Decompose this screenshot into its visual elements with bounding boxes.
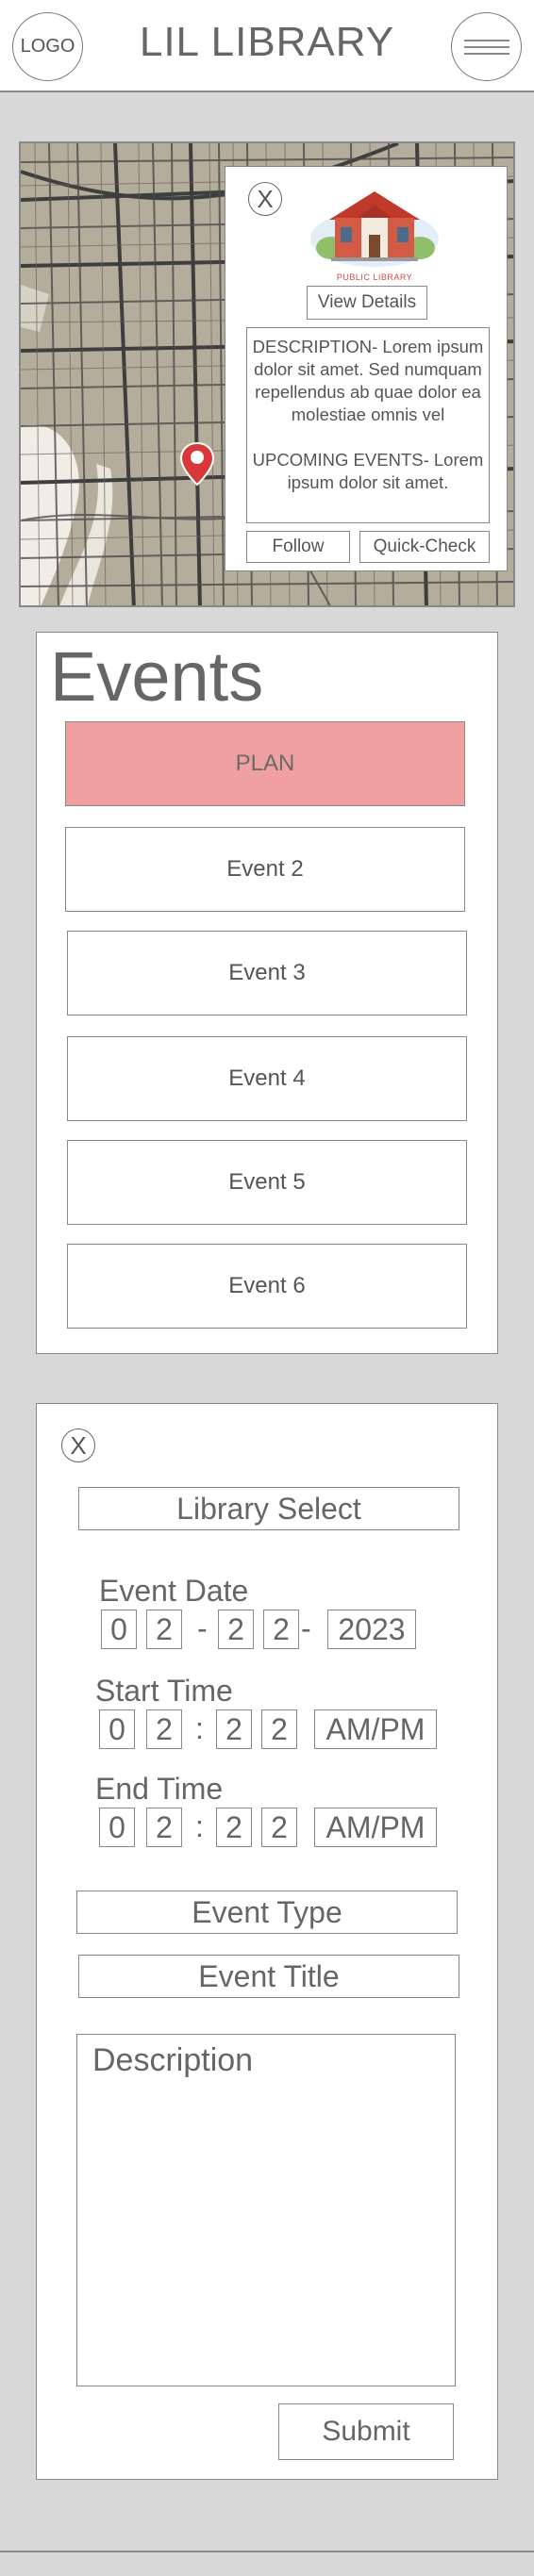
upcoming-events-text: UPCOMING EVENTS- Lorem ipsum dolor sit a…	[252, 450, 484, 492]
event-form-panel: X Library Select Event Date 0 2 - 2 2 - …	[36, 1403, 498, 2480]
menu-line	[463, 45, 509, 48]
event-date-label: Event Date	[99, 1574, 249, 1608]
start-minute-digit-2[interactable]: 2	[261, 1709, 297, 1749]
time-separator: :	[195, 1809, 204, 1843]
end-hour-digit-1[interactable]: 0	[99, 1808, 135, 1847]
end-minute-digit-2[interactable]: 2	[261, 1808, 297, 1847]
event-item[interactable]: Event 3	[67, 931, 467, 1016]
end-time-label: End Time	[95, 1772, 224, 1806]
date-month-digit-2[interactable]: 2	[146, 1610, 182, 1649]
view-details-button[interactable]: View Details	[307, 286, 427, 320]
date-separator: -	[301, 1611, 311, 1645]
library-description: DESCRIPTION- Lorem ipsum dolor sit amet.…	[246, 327, 490, 523]
menu-line	[463, 52, 509, 55]
description-textarea[interactable]: Description	[76, 2034, 456, 2386]
quick-check-button[interactable]: Quick-Check	[359, 531, 490, 563]
event-item[interactable]: Event 4	[67, 1036, 467, 1121]
end-ampm-field[interactable]: AM/PM	[314, 1808, 437, 1847]
follow-button[interactable]: Follow	[246, 531, 350, 563]
description-text: DESCRIPTION- Lorem ipsum dolor sit amet.…	[252, 337, 484, 424]
date-day-digit-1[interactable]: 2	[218, 1610, 254, 1649]
event-type-field[interactable]: Event Type	[76, 1891, 458, 1934]
end-hour-digit-2[interactable]: 2	[146, 1808, 182, 1847]
start-hour-digit-2[interactable]: 2	[146, 1709, 182, 1749]
library-caption: PUBLIC LIBRARY	[336, 272, 413, 282]
plan-event-button[interactable]: PLAN	[65, 721, 465, 806]
close-popup-button[interactable]: X	[248, 182, 282, 216]
event-item[interactable]: Event 6	[67, 1244, 467, 1329]
start-ampm-field[interactable]: AM/PM	[314, 1709, 437, 1749]
events-heading: Events	[50, 637, 264, 716]
event-title-field[interactable]: Event Title	[78, 1955, 459, 1998]
start-time-label: Start Time	[95, 1674, 233, 1708]
hamburger-menu-button[interactable]	[451, 12, 522, 81]
start-minute-digit-1[interactable]: 2	[216, 1709, 252, 1749]
close-form-button[interactable]: X	[61, 1428, 95, 1462]
submit-button[interactable]: Submit	[278, 2403, 454, 2460]
end-minute-digit-1[interactable]: 2	[216, 1808, 252, 1847]
app-header: LOGO LIL LIBRARY	[0, 0, 534, 92]
library-building-icon	[310, 191, 439, 267]
date-year-field[interactable]: 2023	[327, 1610, 416, 1649]
events-panel: Events PLAN Event 2 Event 3 Event 4 Even…	[36, 632, 498, 1354]
menu-line	[463, 39, 509, 41]
event-item[interactable]: Event 2	[65, 827, 465, 912]
start-hour-digit-1[interactable]: 0	[99, 1709, 135, 1749]
date-month-digit-1[interactable]: 0	[101, 1610, 137, 1649]
date-day-digit-2[interactable]: 2	[263, 1610, 299, 1649]
library-select-dropdown[interactable]: Library Select	[78, 1487, 459, 1530]
library-info-popup: X PUBLIC LIBRARY View Details DESCRIPTIO…	[225, 166, 508, 571]
date-separator: -	[197, 1611, 208, 1645]
event-item[interactable]: Event 5	[67, 1140, 467, 1225]
footer-bar	[0, 2551, 534, 2576]
time-separator: :	[195, 1711, 204, 1745]
